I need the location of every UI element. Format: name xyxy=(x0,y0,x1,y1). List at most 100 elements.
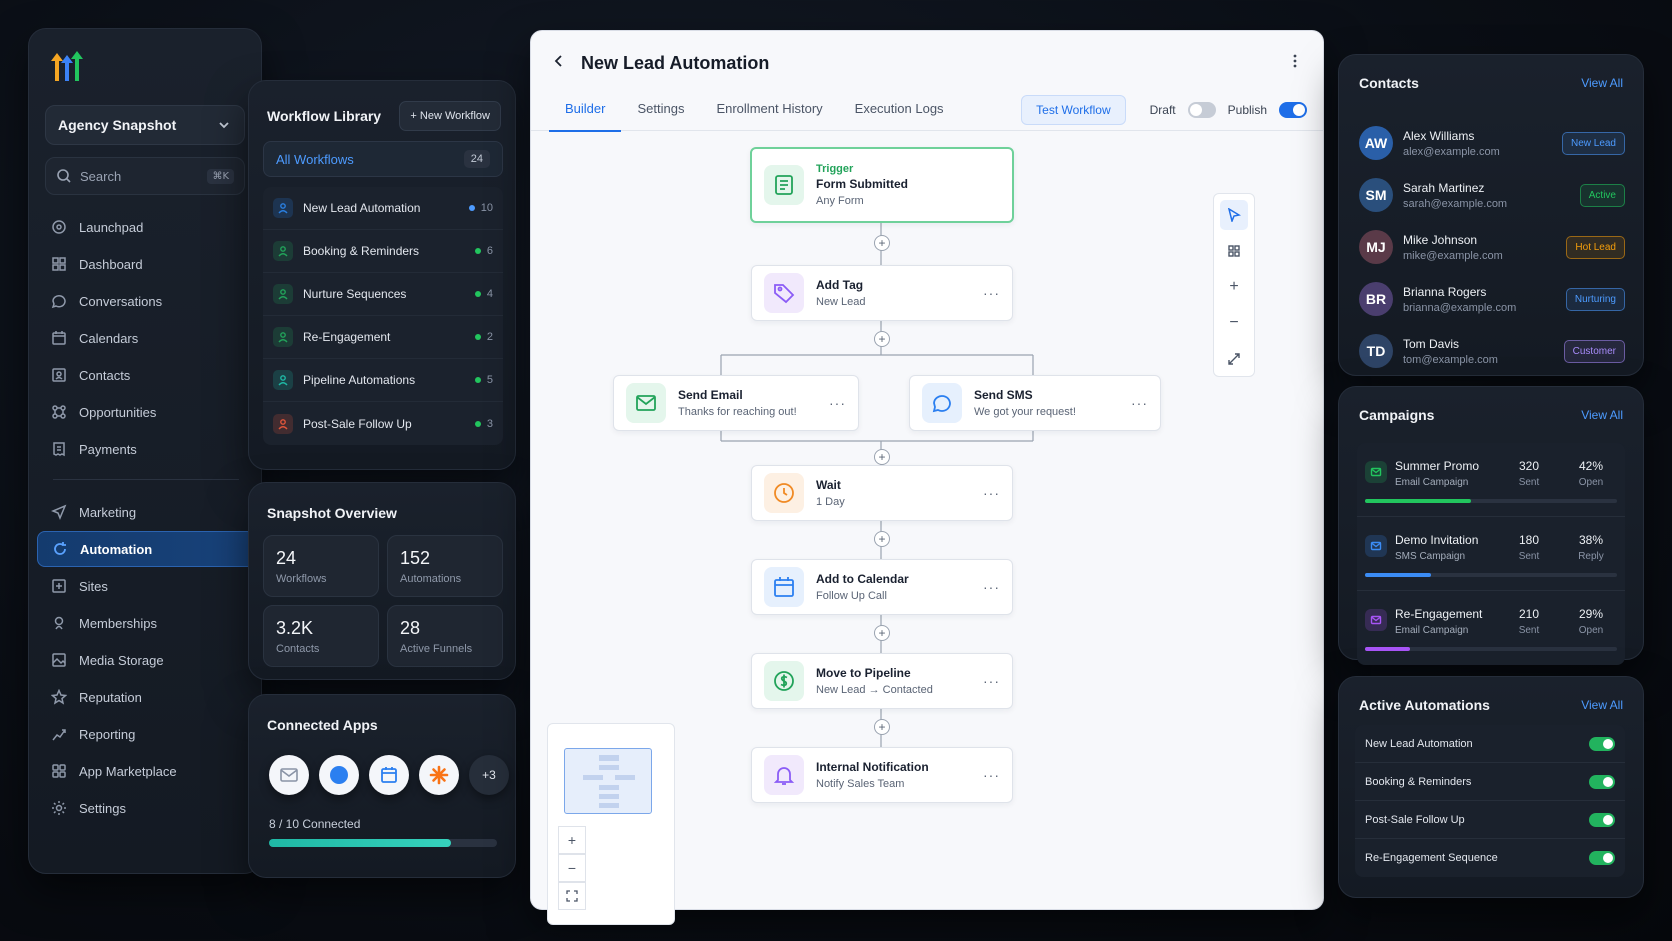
internal-notification-node[interactable]: Internal Notification Notify Sales Team … xyxy=(751,747,1013,803)
stat-card-active-funnels[interactable]: 28 Active Funnels xyxy=(387,605,503,667)
add-step-button[interactable]: + xyxy=(874,531,890,547)
all-workflows-filter[interactable]: All Workflows 24 xyxy=(263,141,503,177)
contact-row[interactable]: AW Alex Williams alex@example.com New Lead xyxy=(1359,117,1625,169)
workflow-list-item[interactable]: Pipeline Automations 5 xyxy=(263,359,503,402)
stat-card-automations[interactable]: 152 Automations xyxy=(387,535,503,597)
nav-item-reputation[interactable]: Reputation xyxy=(37,679,255,715)
workflow-list-item[interactable]: Re-Engagement 2 xyxy=(263,316,503,359)
automation-toggle[interactable] xyxy=(1589,736,1615,751)
chat-app-icon[interactable] xyxy=(319,755,359,795)
nav-item-dashboard[interactable]: Dashboard xyxy=(37,246,255,282)
zoom-out-icon[interactable]: − xyxy=(1220,308,1248,338)
contact-row[interactable]: SM Sarah Martinez sarah@example.com Active xyxy=(1359,169,1625,221)
nav-item-opportunities[interactable]: Opportunities xyxy=(37,394,255,430)
search-input[interactable]: Search ⌘K xyxy=(45,157,245,195)
node-menu-button[interactable]: ··· xyxy=(829,395,846,411)
nav-item-automation[interactable]: Automation xyxy=(37,531,255,567)
active-automations-view-all-link[interactable]: View All xyxy=(1581,698,1623,712)
canvas-minimap[interactable]: + − xyxy=(547,723,675,925)
more-apps-button[interactable]: +3 xyxy=(469,755,509,795)
node-menu-button[interactable]: ··· xyxy=(983,285,1000,301)
node-menu-button[interactable]: ··· xyxy=(983,673,1000,689)
trigger-node[interactable]: Trigger Form Submitted Any Form xyxy=(750,147,1014,223)
contact-row[interactable]: BR Brianna Rogers brianna@example.com Nurtu… xyxy=(1359,273,1625,325)
minimap-zoom-in-button[interactable]: + xyxy=(558,826,586,854)
workflow-list-item[interactable]: Nurture Sequences 4 xyxy=(263,273,503,316)
contact-row[interactable]: TD Tom Davis tom@example.com Customer xyxy=(1359,325,1625,377)
nav-item-app-marketplace[interactable]: App Marketplace xyxy=(37,753,255,789)
tab-settings[interactable]: Settings xyxy=(621,101,700,132)
more-vertical-icon[interactable] xyxy=(1287,53,1303,74)
add-step-button[interactable]: + xyxy=(874,331,890,347)
contacts-view-all-link[interactable]: View All xyxy=(1581,76,1623,90)
node-menu-button[interactable]: ··· xyxy=(983,767,1000,783)
wait-node[interactable]: Wait 1 Day ··· xyxy=(751,465,1013,521)
node-menu-button[interactable]: ··· xyxy=(983,579,1000,595)
campaign-row[interactable]: Summer Promo Email Campaign 320 Sent 42% Open xyxy=(1357,443,1625,517)
pointer-icon[interactable] xyxy=(1220,200,1248,230)
tab-builder[interactable]: Builder xyxy=(549,101,622,132)
add-to-calendar-node[interactable]: Add to Calendar Follow Up Call ··· xyxy=(751,559,1013,615)
send-email-node[interactable]: Send Email Thanks for reaching out! ··· xyxy=(613,375,859,431)
workflow-count-group: 10 xyxy=(468,202,493,214)
status-dot xyxy=(474,248,481,254)
campaign-row[interactable]: Re-Engagement Email Campaign 210 Sent 29% Ope… xyxy=(1357,591,1625,665)
node-menu-button[interactable]: ··· xyxy=(1131,395,1148,411)
mail-app-icon[interactable] xyxy=(269,755,309,795)
back-arrow-icon[interactable] xyxy=(551,53,567,74)
tab-enrollment-history[interactable]: Enrollment History xyxy=(700,101,838,132)
integration-app-icon[interactable] xyxy=(419,755,459,795)
app-logo[interactable] xyxy=(47,47,87,85)
draft-toggle[interactable] xyxy=(1187,102,1216,118)
test-workflow-button[interactable]: Test Workflow xyxy=(1021,95,1126,125)
nav-item-conversations[interactable]: Conversations xyxy=(37,283,255,319)
send-sms-node[interactable]: Send SMS We got your request! ··· xyxy=(909,375,1161,431)
campaigns-view-all-link[interactable]: View All xyxy=(1581,408,1623,422)
campaign-row[interactable]: Demo Invitation SMS Campaign 180 Sent 38% Rep… xyxy=(1357,517,1625,591)
fit-view-icon[interactable] xyxy=(558,882,586,910)
nav-item-contacts[interactable]: Contacts xyxy=(37,357,255,393)
tab-execution-logs[interactable]: Execution Logs xyxy=(839,101,960,132)
workflow-list-item[interactable]: New Lead Automation 10 xyxy=(263,187,503,230)
nav-item-memberships[interactable]: Memberships xyxy=(37,605,255,641)
add-step-button[interactable]: + xyxy=(874,235,890,251)
nav-item-reporting[interactable]: Reporting xyxy=(37,716,255,752)
nav-item-media-storage[interactable]: Media Storage xyxy=(37,642,255,678)
automation-toggle[interactable] xyxy=(1589,851,1615,865)
workflow-list-item[interactable]: Post-Sale Follow Up 3 xyxy=(263,402,503,445)
new-workflow-button[interactable]: + New Workflow xyxy=(399,101,501,131)
zoom-in-icon[interactable]: + xyxy=(1220,272,1248,302)
automation-toggle[interactable] xyxy=(1589,774,1615,789)
nav-item-settings[interactable]: Settings xyxy=(37,790,255,826)
minimap-zoom-out-button[interactable]: − xyxy=(558,854,586,882)
automation-toggle[interactable] xyxy=(1589,812,1615,827)
campaign-progress-fill xyxy=(1365,573,1431,577)
nav-item-calendars[interactable]: Calendars xyxy=(37,320,255,356)
stat-card-workflows[interactable]: 24 Workflows xyxy=(263,535,379,597)
campaign-rate-label: Open xyxy=(1578,625,1604,636)
nav-item-payments[interactable]: Payments xyxy=(37,431,255,467)
nav-item-sites[interactable]: Sites xyxy=(37,568,255,604)
grid-view-icon[interactable] xyxy=(1220,236,1248,266)
toggle-knob xyxy=(1603,776,1613,787)
calendar-app-icon[interactable] xyxy=(369,755,409,795)
publish-toggle[interactable] xyxy=(1279,102,1307,118)
node-menu-button[interactable]: ··· xyxy=(983,485,1000,501)
nav-item-marketing[interactable]: Marketing xyxy=(37,494,255,530)
add-tag-node[interactable]: Add Tag New Lead ··· xyxy=(751,265,1013,321)
workflow-icon xyxy=(273,284,293,304)
nav-label: Reporting xyxy=(79,726,136,742)
contact-row[interactable]: MJ Mike Johnson mike@example.com Hot Lead xyxy=(1359,221,1625,273)
expand-icon[interactable] xyxy=(1220,344,1248,374)
workflow-list-item[interactable]: Booking & Reminders 6 xyxy=(263,230,503,273)
move-to-pipeline-node[interactable]: Move to Pipeline New Lead → Contacted ··… xyxy=(751,653,1013,709)
minimap-viewport[interactable] xyxy=(564,748,652,814)
workflow-canvas[interactable]: Trigger Form Submitted Any Form + Add Ta… xyxy=(531,131,1323,925)
connected-apps-title: Connected Apps xyxy=(267,717,378,733)
add-step-button[interactable]: + xyxy=(874,625,890,641)
nav-item-launchpad[interactable]: Launchpad xyxy=(37,209,255,245)
add-step-button[interactable]: + xyxy=(874,449,890,465)
account-switcher[interactable]: Agency Snapshot xyxy=(45,105,245,145)
stat-card-contacts[interactable]: 3.2K Contacts xyxy=(263,605,379,667)
add-step-button[interactable]: + xyxy=(874,719,890,735)
